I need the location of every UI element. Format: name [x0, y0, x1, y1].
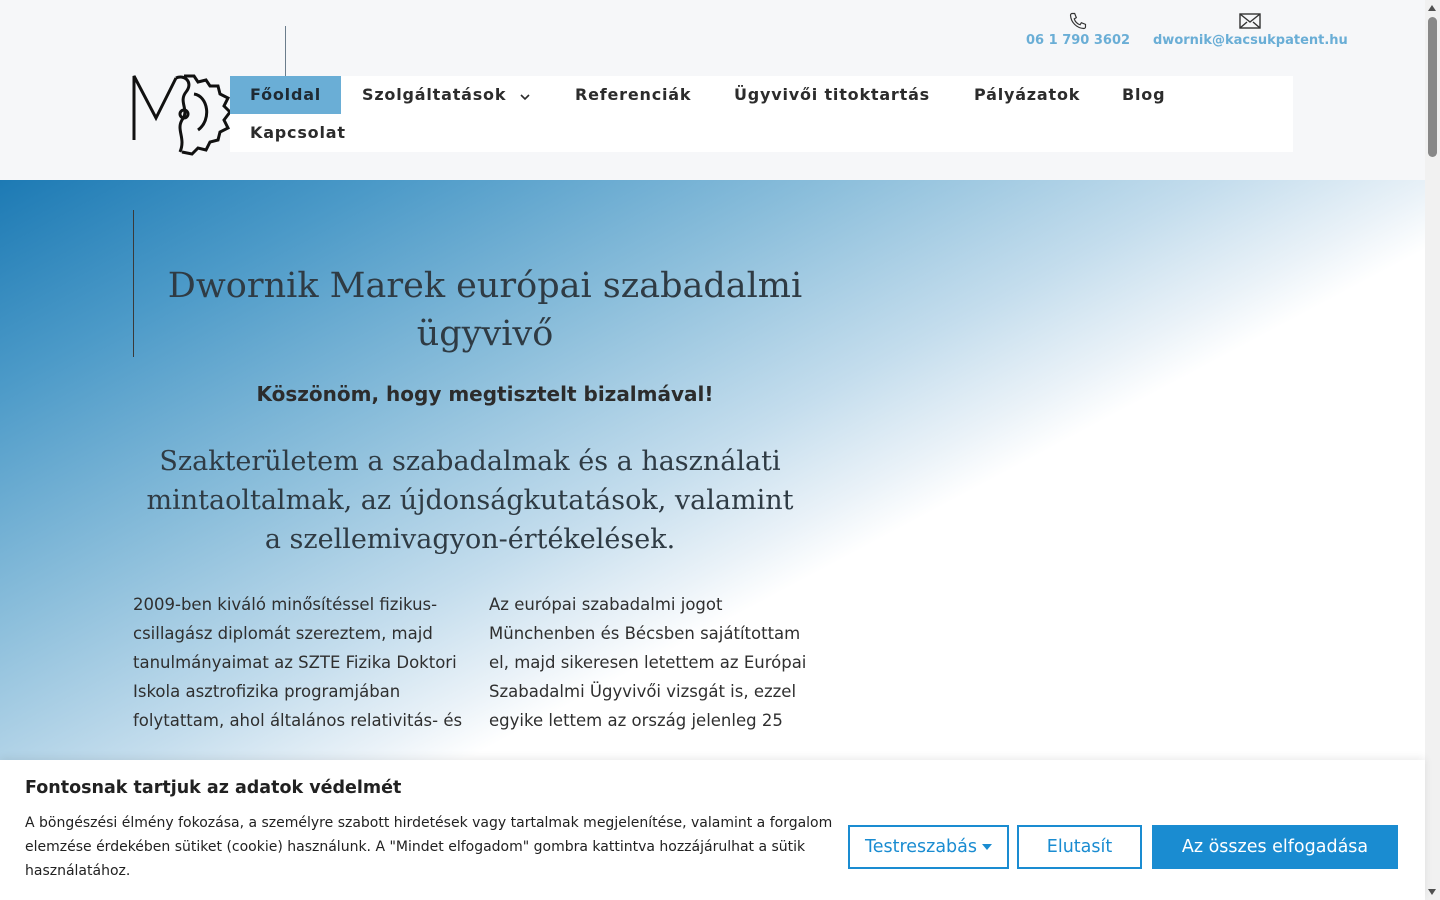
phone-contact[interactable]: 06 1 790 3602	[1026, 10, 1130, 48]
nav-label: Főoldal	[250, 85, 322, 104]
nav-item-referenciak[interactable]: Referenciák	[555, 76, 711, 114]
cookie-text: A böngészési élmény fokozása, a személyr…	[25, 815, 833, 879]
scroll-down-icon[interactable]	[1428, 889, 1436, 895]
page-scrollbar[interactable]	[1425, 0, 1440, 900]
hero-subtitle: Szakterületem a szabadalmak és a használ…	[146, 446, 794, 555]
nav-item-szolgaltatasok[interactable]: Szolgáltatások	[342, 76, 551, 114]
scroll-up-icon[interactable]	[1428, 5, 1436, 11]
customize-button[interactable]: Testreszabás	[848, 825, 1009, 869]
main-nav: Főoldal Szolgáltatások Referenciák Ügyvi…	[230, 76, 1293, 152]
reject-button[interactable]: Elutasít	[1017, 825, 1142, 869]
nav-label: Referenciák	[575, 85, 692, 104]
bio-column-1: 2009-ben kiváló minősítéssel fizikus-csi…	[133, 595, 463, 730]
nav-label: Pályázatok	[974, 85, 1081, 104]
nav-item-fooldal[interactable]: Főoldal	[230, 76, 342, 114]
logo-divider	[285, 26, 286, 76]
chevron-down-icon	[519, 77, 531, 115]
nav-item-titoktartas[interactable]: Ügyvivői titoktartás	[714, 76, 950, 114]
cookie-banner: Fontosnak tartjuk az adatok védelmét A b…	[0, 760, 1425, 900]
accept-all-button[interactable]: Az összes elfogadása	[1152, 825, 1398, 869]
accept-label: Az összes elfogadása	[1181, 837, 1369, 857]
nav-label: Ügyvivői titoktartás	[734, 85, 930, 104]
hero-title: Dwornik Marek európai szabadalmi ügyvivő	[167, 266, 803, 354]
nav-item-palyazatok[interactable]: Pályázatok	[954, 76, 1100, 114]
email-contact[interactable]: dwornik@kacsukpatent.hu	[1153, 10, 1348, 48]
caret-down-icon	[982, 844, 992, 850]
nav-label: Kapcsolat	[250, 123, 346, 142]
bio-column-2: Az európai szabadalmi jogot Münchenben é…	[489, 595, 807, 730]
envelope-icon	[1239, 10, 1262, 32]
hero-accent-bar	[133, 210, 134, 357]
customize-label: Testreszabás	[864, 837, 977, 857]
reject-label: Elutasít	[1046, 837, 1113, 857]
nav-item-kapcsolat[interactable]: Kapcsolat	[230, 114, 366, 152]
cookie-title: Fontosnak tartjuk az adatok védelmét	[25, 778, 402, 798]
logo[interactable]	[132, 72, 232, 158]
nav-label: Szolgáltatások	[362, 85, 507, 104]
hero-thanks: Köszönöm, hogy megtisztelt bizalmával!	[256, 382, 714, 406]
phone-number[interactable]: 06 1 790 3602	[1026, 33, 1130, 48]
scrollbar-thumb[interactable]	[1428, 17, 1437, 157]
email-address[interactable]: dwornik@kacsukpatent.hu	[1153, 33, 1348, 48]
nav-item-blog[interactable]: Blog	[1102, 76, 1185, 114]
phone-icon	[1068, 10, 1088, 32]
nav-label: Blog	[1122, 85, 1166, 104]
